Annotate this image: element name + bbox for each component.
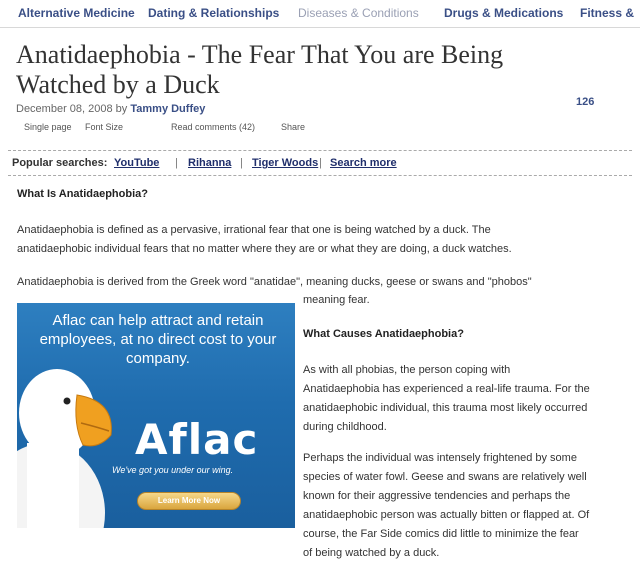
- separator: |: [319, 157, 322, 169]
- share-count: 126: [576, 96, 595, 108]
- search-link-youtube[interactable]: YouTube: [114, 157, 159, 169]
- ad-headline-line: Aflac can help attract and retain: [52, 312, 264, 329]
- ad-headline-line: company.: [126, 350, 190, 367]
- single-page-link[interactable]: Single page: [24, 122, 72, 132]
- text-line: Anatidaephobia has experienced a real-li…: [303, 383, 590, 395]
- byline: December 08, 2008 by Tammy Duffey: [16, 103, 205, 115]
- nav-alternative-medicine[interactable]: Alternative Medicine: [18, 6, 135, 20]
- search-link-rihanna[interactable]: Rihanna: [188, 157, 231, 169]
- aflac-logo: Aflac: [135, 415, 259, 464]
- top-nav: Alternative Medicine Dating & Relationsh…: [0, 0, 640, 28]
- text-line: Anatidaephobia is derived from the Greek…: [17, 276, 532, 288]
- text-line: species of water fowl. Geese and swans a…: [303, 471, 587, 483]
- font-size-link[interactable]: Font Size: [85, 122, 123, 132]
- ad-headline: Aflac can help attract and retain employ…: [27, 311, 289, 368]
- search-link-tiger-woods[interactable]: Tiger Woods: [252, 157, 318, 169]
- ad-headline-line: employees, at no direct cost to your: [39, 331, 277, 348]
- nav-dating-relationships[interactable]: Dating & Relationships: [148, 6, 279, 20]
- popular-searches-label: Popular searches:: [12, 157, 108, 169]
- text-line: Anatidaephobia is defined as a pervasive…: [17, 224, 491, 236]
- paragraph-etymology: Anatidaephobia is derived from the Greek…: [17, 273, 632, 292]
- aflac-ad[interactable]: Aflac can help attract and retain employ…: [17, 303, 295, 528]
- search-link-more[interactable]: Search more: [330, 157, 397, 169]
- read-comments-link[interactable]: Read comments (42): [171, 122, 255, 132]
- page-title: Anatidaephobia - The Fear That You are B…: [16, 40, 504, 99]
- share-link[interactable]: Share: [281, 122, 305, 132]
- learn-more-button[interactable]: Learn More Now: [137, 492, 241, 510]
- article-date: December 08, 2008 by: [16, 103, 128, 115]
- heading-what-is: What Is Anatidaephobia?: [17, 188, 148, 200]
- nav-drugs-medications[interactable]: Drugs & Medications: [444, 6, 563, 20]
- heading-causes: What Causes Anatidaephobia?: [303, 328, 464, 340]
- text-line: anatidaephobic individual fears that no …: [17, 243, 512, 255]
- paragraph-waterfowl: Perhaps the individual was intensely fri…: [303, 449, 633, 563]
- separator: |: [175, 157, 178, 169]
- text-line: anatidaephobic person was actually bitte…: [303, 509, 590, 521]
- popular-searches: Popular searches: YouTube | Rihanna | Ti…: [8, 150, 632, 176]
- text-line: Perhaps the individual was intensely fri…: [303, 452, 577, 464]
- text-line: As with all phobias, the person coping w…: [303, 364, 511, 376]
- text-line: during childhood.: [303, 421, 387, 433]
- nav-diseases-conditions[interactable]: Diseases & Conditions: [298, 6, 419, 20]
- paragraph-trauma: As with all phobias, the person coping w…: [303, 361, 633, 437]
- paragraph-etymology-cont: meaning fear.: [303, 291, 370, 310]
- paragraph-definition: Anatidaephobia is defined as a pervasive…: [17, 221, 632, 259]
- text-line: known for their aggressive tendencies an…: [303, 490, 571, 502]
- ad-tagline: We've got you under our wing.: [112, 465, 234, 475]
- separator: |: [240, 157, 243, 169]
- text-line: anatidaephobic individual, this trauma m…: [303, 402, 588, 414]
- author-link[interactable]: Tammy Duffey: [130, 103, 205, 115]
- text-line: course, the Far Side comics did little t…: [303, 528, 579, 540]
- text-line: meaning fear.: [303, 294, 370, 306]
- nav-fitness[interactable]: Fitness &: [580, 6, 634, 20]
- text-line: of being watched by a duck.: [303, 547, 440, 559]
